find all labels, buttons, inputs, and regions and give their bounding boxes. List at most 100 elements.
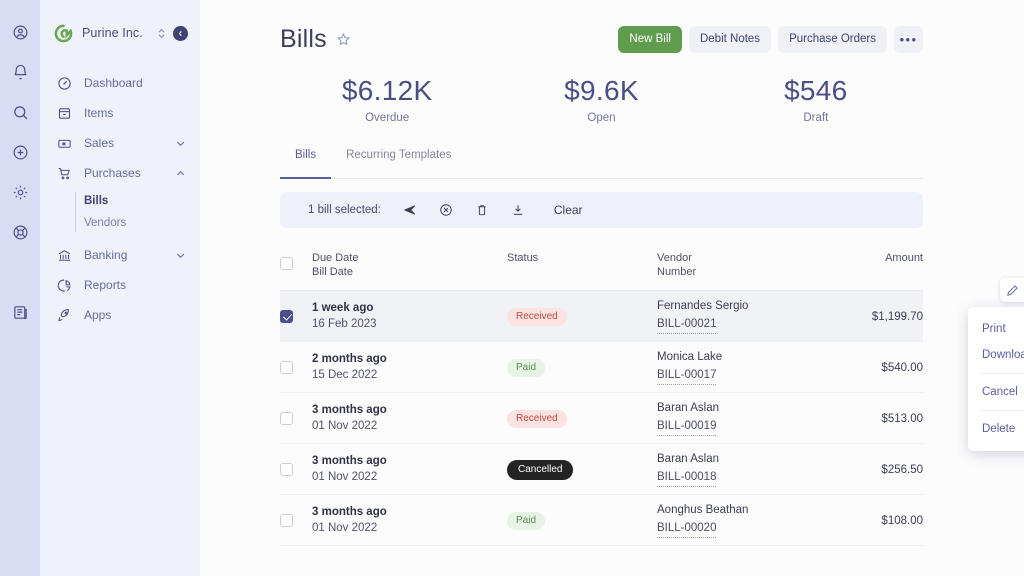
main-content: Bills New Bill Debit Notes Purchase Orde… <box>200 0 1024 576</box>
select-all-checkbox[interactable] <box>280 257 293 270</box>
row-vendor-cell: Monica Lake BILL-00017 <box>657 350 813 385</box>
sidebar-item-reports[interactable]: Reports <box>40 270 200 300</box>
sidebar-item-bills[interactable]: Bills <box>84 190 200 212</box>
menu-item-delete[interactable]: Delete <box>968 416 1024 442</box>
sidebar-item-banking[interactable]: Banking <box>40 240 200 270</box>
row-checkbox[interactable] <box>280 411 293 425</box>
row-due-date: 2 months ago <box>312 352 387 365</box>
row-bill-date: 01 Nov 2022 <box>312 521 378 534</box>
sidebar-item-items[interactable]: Items <box>40 98 200 128</box>
sidebar-item-label: Banking <box>84 248 128 262</box>
tab-bills[interactable]: Bills <box>280 149 332 179</box>
row-vendor-name: Monica Lake <box>657 350 723 363</box>
account-icon[interactable] <box>8 20 32 44</box>
cash-icon <box>56 135 73 152</box>
send-icon[interactable] <box>403 203 418 218</box>
row-date-cell: 3 months ago 01 Nov 2022 <box>312 454 507 485</box>
lifebuoy-icon[interactable] <box>8 220 32 244</box>
sidebar-item-sales[interactable]: Sales <box>40 128 200 158</box>
header-more-button[interactable]: ••• <box>894 25 923 53</box>
sidebar: Purine Inc. Dashboard Items Sales Purcha… <box>40 0 200 576</box>
row-status-cell: Cancelled <box>507 459 657 480</box>
bell-icon[interactable] <box>8 60 32 84</box>
sidebar-item-dashboard[interactable]: Dashboard <box>40 68 200 98</box>
table-row[interactable]: 3 months ago 01 Nov 2022 Cancelled Baran… <box>280 444 923 495</box>
row-amount-cell: $540.00 <box>813 358 923 376</box>
brand-row[interactable]: Purine Inc. <box>40 18 200 48</box>
sidebar-item-vendors[interactable]: Vendors <box>84 212 200 234</box>
row-amount-cell: $1,199.70 <box>813 307 923 325</box>
sidebar-item-label: Reports <box>84 278 127 292</box>
table-row[interactable]: 2 months ago 15 Dec 2022 Paid Monica Lak… <box>280 342 923 393</box>
search-icon[interactable] <box>8 100 32 124</box>
purine-logo-icon <box>54 24 73 43</box>
trash-icon[interactable] <box>475 203 490 218</box>
chevron-updown-icon[interactable] <box>156 26 167 41</box>
sidebar-item-apps[interactable]: Apps <box>40 300 200 330</box>
row-bill-number[interactable]: BILL-00017 <box>657 368 717 385</box>
chevron-up-icon[interactable] <box>175 168 186 179</box>
kpi-draft[interactable]: $546 Draft <box>709 74 923 124</box>
download-icon[interactable] <box>511 203 526 218</box>
favorite-star-icon[interactable] <box>336 32 351 47</box>
debit-notes-button[interactable]: Debit Notes <box>688 25 772 53</box>
chevron-down-icon[interactable] <box>175 250 186 261</box>
row-status-cell: Paid <box>507 510 657 530</box>
row-select-cell <box>280 411 312 425</box>
menu-item-cancel[interactable]: Cancel <box>968 379 1024 405</box>
new-bill-button[interactable]: New Bill <box>618 25 682 53</box>
cancel-circle-icon[interactable] <box>439 203 454 218</box>
header-vendor: Vendor <box>657 252 692 264</box>
kpi-open[interactable]: $9.6K Open <box>494 74 708 124</box>
menu-separator <box>980 373 1024 374</box>
status-badge: Cancelled <box>507 459 574 480</box>
chevron-down-icon[interactable] <box>175 138 186 149</box>
more-icon: ••• <box>899 31 918 47</box>
row-date-cell: 3 months ago 01 Nov 2022 <box>312 505 507 536</box>
row-checkbox[interactable] <box>280 309 293 323</box>
header-date-cell[interactable]: Due Date Bill Date <box>312 251 507 279</box>
book-icon[interactable] <box>8 300 32 324</box>
menu-item-download-pdf[interactable]: Download PDF <box>968 342 1024 368</box>
row-select-cell <box>280 462 312 476</box>
header-status-cell[interactable]: Status <box>507 251 657 265</box>
menu-separator <box>980 410 1024 411</box>
kpi-overdue[interactable]: $6.12K Overdue <box>280 74 494 124</box>
sidebar-item-label: Dashboard <box>84 76 143 90</box>
selection-count-label: 1 bill selected: <box>308 204 381 216</box>
tab-recurring-templates[interactable]: Recurring Templates <box>331 149 466 178</box>
row-checkbox[interactable] <box>280 360 293 374</box>
row-vendor-name: Baran Aslan <box>657 452 720 465</box>
gear-icon[interactable] <box>8 180 32 204</box>
table-row[interactable]: 3 months ago 01 Nov 2022 Received Baran … <box>280 393 923 444</box>
status-badge: Received <box>507 410 567 428</box>
edit-pencil-icon[interactable] <box>1003 281 1022 300</box>
row-vendor-cell: Baran Aslan BILL-00018 <box>657 452 813 487</box>
header-vendor-cell[interactable]: Vendor Number <box>657 251 813 279</box>
row-amount-cell: $513.00 <box>813 409 923 427</box>
header-status: Status <box>507 252 539 264</box>
row-status-cell: Received <box>507 408 657 428</box>
row-select-cell <box>280 513 312 527</box>
tab-bar: Bills Recurring Templates <box>280 149 923 179</box>
selection-toolbar: 1 bill selected: Clear <box>280 192 923 228</box>
row-checkbox[interactable] <box>280 462 293 476</box>
header-amount-cell[interactable]: Amount <box>813 251 923 265</box>
header-bill-date: Bill Date <box>312 266 353 278</box>
clear-selection-button[interactable]: Clear <box>554 203 583 217</box>
menu-item-print[interactable]: Print <box>968 316 1024 342</box>
row-checkbox[interactable] <box>280 513 293 527</box>
sidebar-item-purchases[interactable]: Purchases <box>40 158 200 188</box>
plus-circle-icon[interactable] <box>8 140 32 164</box>
row-bill-number[interactable]: BILL-00021 <box>657 317 717 334</box>
row-bill-number[interactable]: BILL-00019 <box>657 419 717 436</box>
row-bill-number[interactable]: BILL-00018 <box>657 470 717 487</box>
piechart-icon <box>56 277 73 294</box>
collapse-sidebar-button[interactable] <box>173 25 188 41</box>
row-bill-number[interactable]: BILL-00020 <box>657 521 717 538</box>
row-bill-date: 16 Feb 2023 <box>312 317 377 330</box>
table-row[interactable]: 3 months ago 01 Nov 2022 Paid Aonghus Be… <box>280 495 923 546</box>
purchase-orders-button[interactable]: Purchase Orders <box>778 25 887 53</box>
table-row[interactable]: 1 week ago 16 Feb 2023 Received Fernande… <box>280 291 923 342</box>
row-amount: $513.00 <box>881 413 923 425</box>
